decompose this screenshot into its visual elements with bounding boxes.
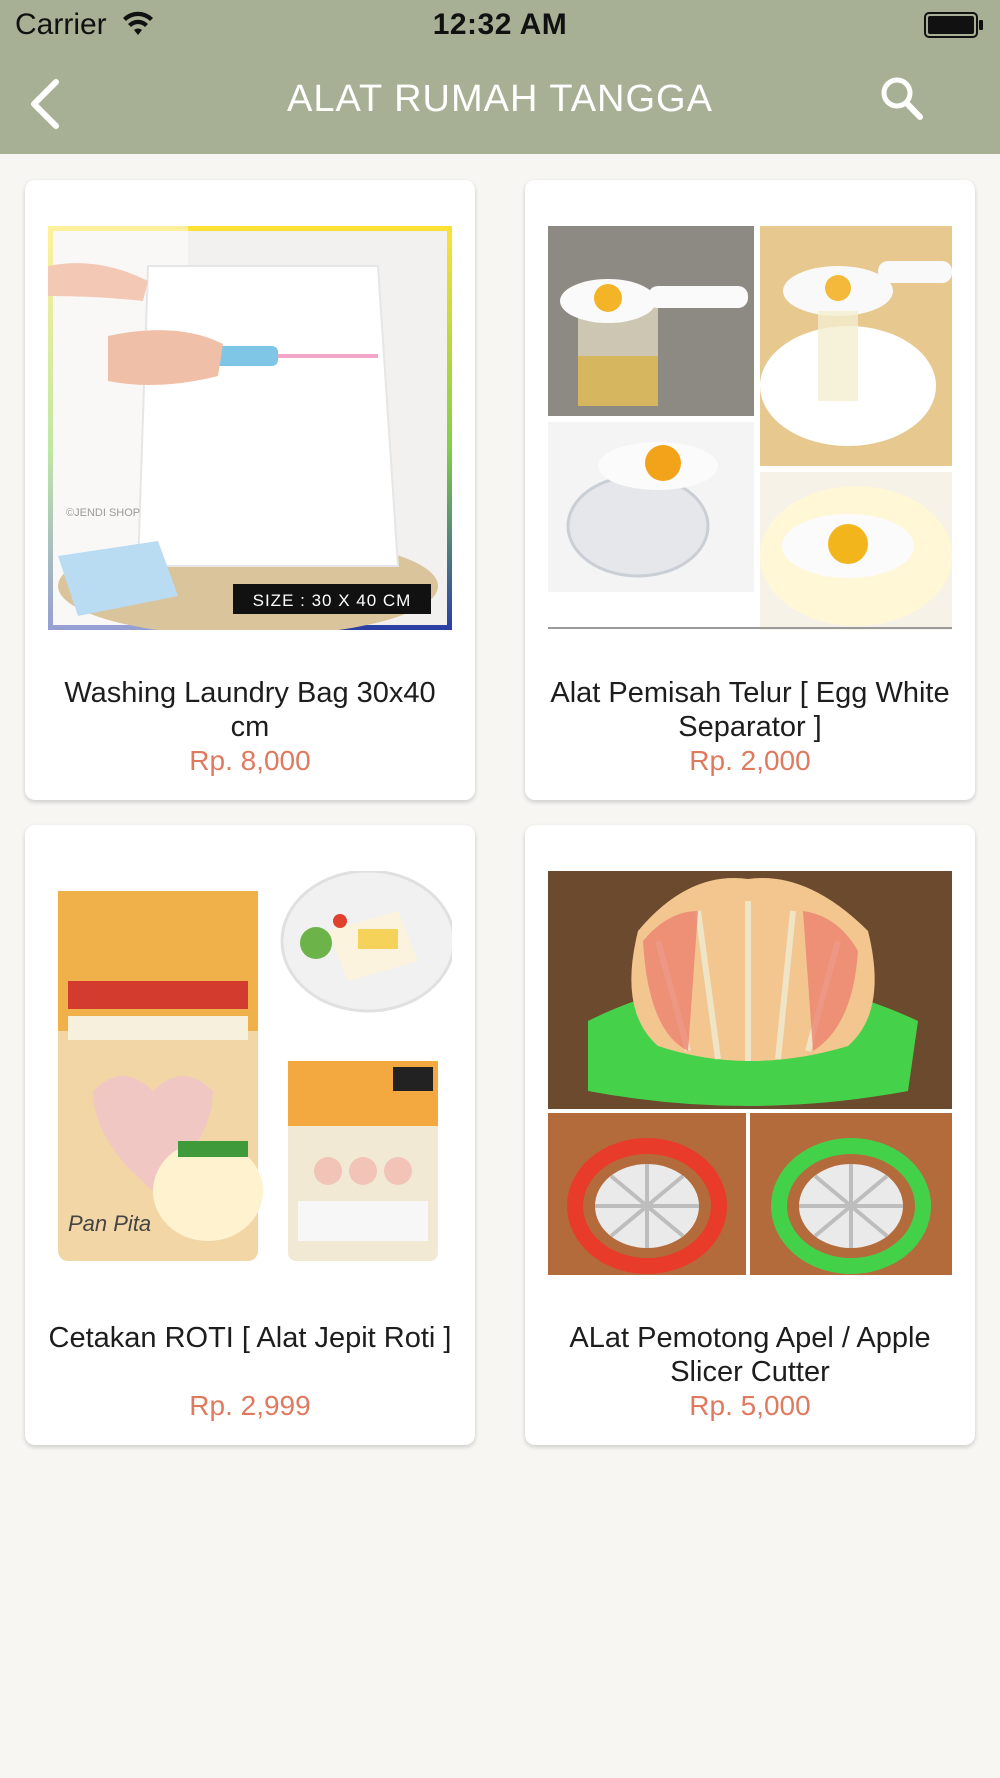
navigation-bar: Carrier 12:32 AM ALAT RUMAH TANGGA — [0, 0, 1000, 154]
image-brand-label: Pan Pita — [68, 1211, 151, 1236]
product-name: Washing Laundry Bag 30x40 cm — [64, 677, 436, 743]
product-price: Rp. 2,000 — [689, 745, 811, 776]
battery-icon — [924, 12, 983, 38]
product-card-laundry-bag[interactable]: SIZE : 30 X 40 CM ©JENDI SHOP Washing La… — [25, 180, 475, 800]
product-image: Pan Pita — [48, 871, 452, 1275]
product-card-egg-separator[interactable]: Alat Pemisah Telur [ Egg White Separator… — [525, 180, 975, 800]
status-bar: Carrier 12:32 AM — [0, 0, 1000, 50]
product-card-bread-mold[interactable]: Pan Pita Cetakan ROTI [ Alat Jepit Roti … — [25, 825, 475, 1445]
product-image — [548, 226, 952, 630]
product-name: ALat Pemotong Apel / Apple Slicer Cutter — [569, 1322, 931, 1388]
search-icon[interactable] — [878, 74, 926, 124]
product-image: SIZE : 30 X 40 CM ©JENDI SHOP — [48, 226, 452, 630]
page-title: ALAT RUMAH TANGGA — [287, 78, 713, 120]
status-time: 12:32 AM — [432, 8, 568, 41]
product-price: Rp. 2,999 — [189, 1390, 311, 1421]
image-watermark: ©JENDI SHOP — [66, 507, 140, 519]
product-name: Alat Pemisah Telur [ Egg White Separator… — [550, 677, 950, 743]
product-price: Rp. 5,000 — [689, 1390, 811, 1421]
image-size-label: SIZE : 30 X 40 CM — [253, 591, 412, 610]
product-card-apple-slicer[interactable]: ALat Pemotong Apel / Apple Slicer Cutter… — [525, 825, 975, 1445]
product-name: Cetakan ROTI [ Alat Jepit Roti ] — [48, 1322, 452, 1354]
product-image — [548, 871, 952, 1275]
product-price: Rp. 8,000 — [189, 745, 311, 776]
